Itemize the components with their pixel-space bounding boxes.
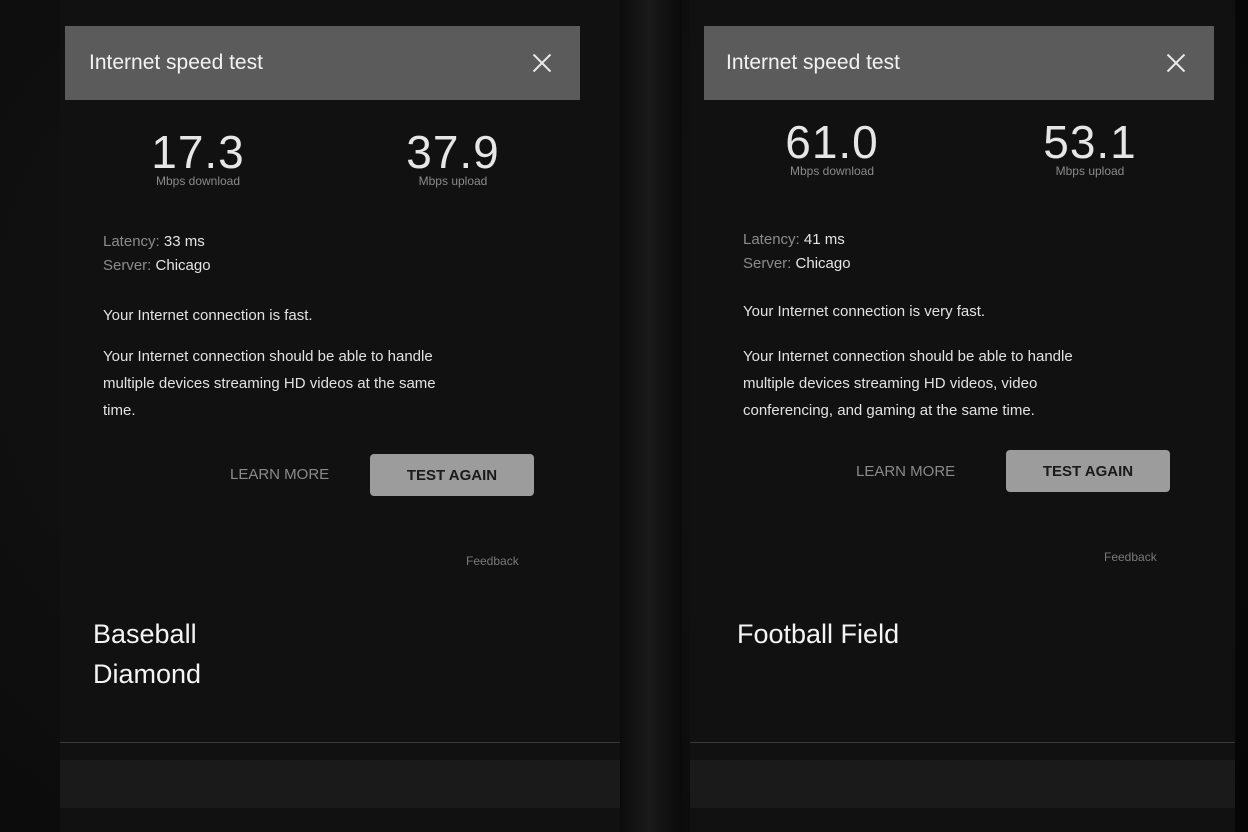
footer-line	[60, 742, 620, 743]
download-value: 61.0	[785, 116, 879, 168]
speed-test-panel-right: Internet speed test 61.0 Mbps download 5…	[690, 0, 1235, 832]
feedback-link[interactable]: Feedback	[466, 554, 519, 568]
feedback-link[interactable]: Feedback	[1104, 550, 1157, 564]
download-metric: 17.3 Mbps download	[118, 128, 278, 188]
latency-row: Latency: 41 ms	[743, 228, 851, 252]
close-icon[interactable]	[522, 43, 562, 83]
speed-test-header: Internet speed test	[65, 26, 580, 100]
connection-info: Latency: 41 ms Server: Chicago	[743, 228, 851, 276]
close-icon[interactable]	[1156, 43, 1196, 83]
download-metric: 61.0 Mbps download	[752, 118, 912, 178]
learn-more-link[interactable]: LEARN MORE	[856, 463, 955, 480]
footer-band	[690, 760, 1235, 808]
upload-unit: Mbps upload	[1055, 164, 1125, 178]
speed-test-header: Internet speed test	[704, 26, 1214, 100]
server-value: Chicago	[155, 257, 211, 274]
learn-more-link[interactable]: LEARN MORE	[230, 466, 329, 483]
footer-band	[60, 760, 620, 808]
latency-label: Latency:	[103, 233, 160, 250]
location-caption: Football Field	[737, 614, 899, 654]
speed-test-panel-left: Internet speed test 17.3 Mbps download 3…	[60, 0, 620, 832]
latency-value: 41 ms	[803, 231, 845, 248]
speed-detail: Your Internet connection should be able …	[103, 343, 563, 424]
speed-summary: Your Internet connection is very fast.	[743, 303, 986, 320]
speed-detail-line: multiple devices streaming HD videos, vi…	[743, 375, 1038, 392]
test-again-button[interactable]: TEST AGAIN	[370, 454, 534, 496]
location-caption: Baseball Diamond	[93, 614, 201, 694]
connection-info: Latency: 33 ms Server: Chicago	[103, 230, 211, 278]
server-value: Chicago	[795, 255, 851, 272]
upload-metric: 53.1 Mbps upload	[1010, 118, 1170, 178]
upload-value: 37.9	[406, 126, 500, 178]
location-caption-line: Football Field	[737, 619, 900, 649]
speed-test-title: Internet speed test	[89, 51, 263, 74]
download-value: 17.3	[151, 126, 245, 178]
speed-detail-line: conferencing, and gaming at the same tim…	[743, 402, 1035, 419]
upload-unit: Mbps upload	[418, 174, 488, 188]
server-label: Server:	[103, 257, 152, 274]
speed-detail-line: Your Internet connection should be able …	[103, 348, 433, 365]
speed-test-title: Internet speed test	[726, 51, 900, 74]
location-caption-line: Baseball	[93, 619, 197, 649]
server-row: Server: Chicago	[103, 254, 211, 278]
download-unit: Mbps download	[155, 174, 241, 188]
footer-line	[690, 742, 1235, 743]
upload-value: 53.1	[1043, 116, 1137, 168]
upload-metric: 37.9 Mbps upload	[373, 128, 533, 188]
location-caption-line: Diamond	[93, 659, 202, 689]
download-unit: Mbps download	[789, 164, 875, 178]
speed-detail-line: Your Internet connection should be able …	[743, 348, 1073, 365]
speed-detail: Your Internet connection should be able …	[743, 343, 1193, 424]
latency-label: Latency:	[743, 231, 800, 248]
latency-row: Latency: 33 ms	[103, 230, 211, 254]
server-row: Server: Chicago	[743, 252, 851, 276]
speed-detail-line: multiple devices streaming HD videos at …	[103, 375, 436, 392]
latency-value: 33 ms	[163, 233, 205, 250]
panel-divider	[616, 0, 682, 832]
speed-detail-line: time.	[103, 402, 136, 419]
server-label: Server:	[743, 255, 792, 272]
speed-summary: Your Internet connection is fast.	[103, 307, 313, 324]
test-again-button[interactable]: TEST AGAIN	[1006, 450, 1170, 492]
